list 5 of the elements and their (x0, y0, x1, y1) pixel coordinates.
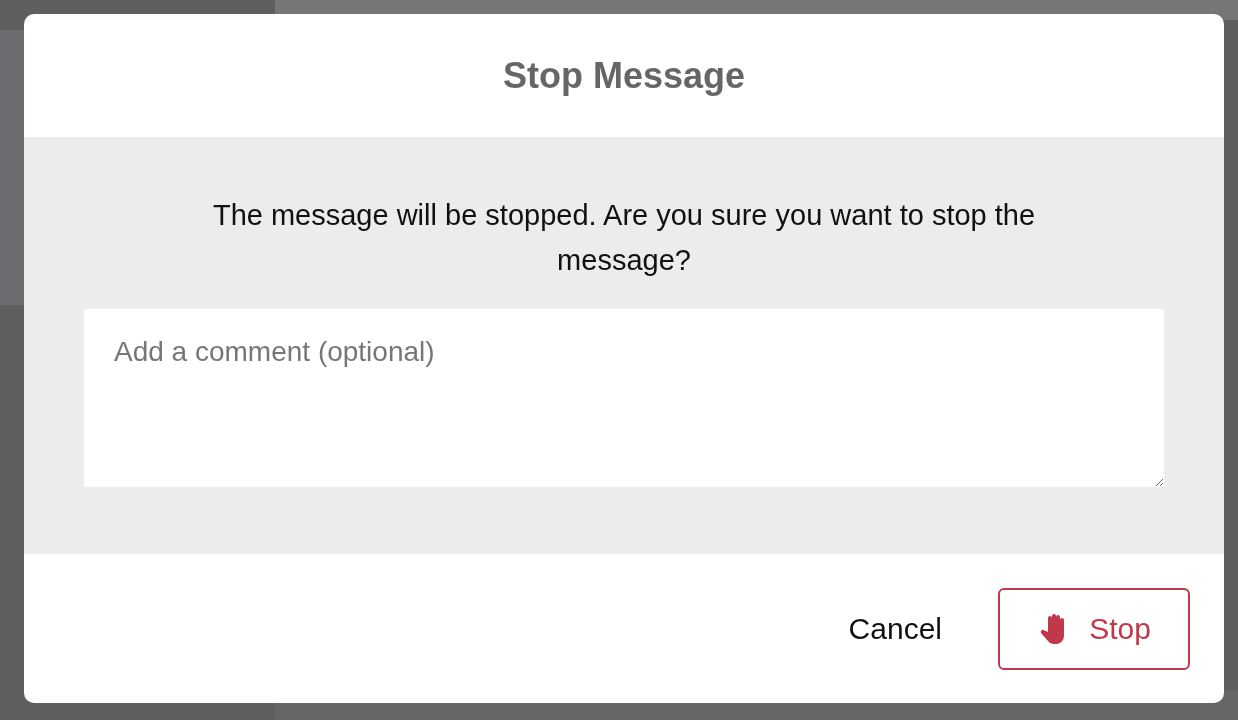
confirmation-message: The message will be stopped. Are you sure you want to stop the message? (211, 198, 1037, 278)
cancel-button[interactable]: Cancel (848, 606, 942, 651)
dialog-title: Stop Message (502, 53, 746, 98)
stop-button[interactable]: Stop (998, 587, 1190, 670)
comment-field[interactable]: Add a comment (optional) (84, 309, 1164, 487)
